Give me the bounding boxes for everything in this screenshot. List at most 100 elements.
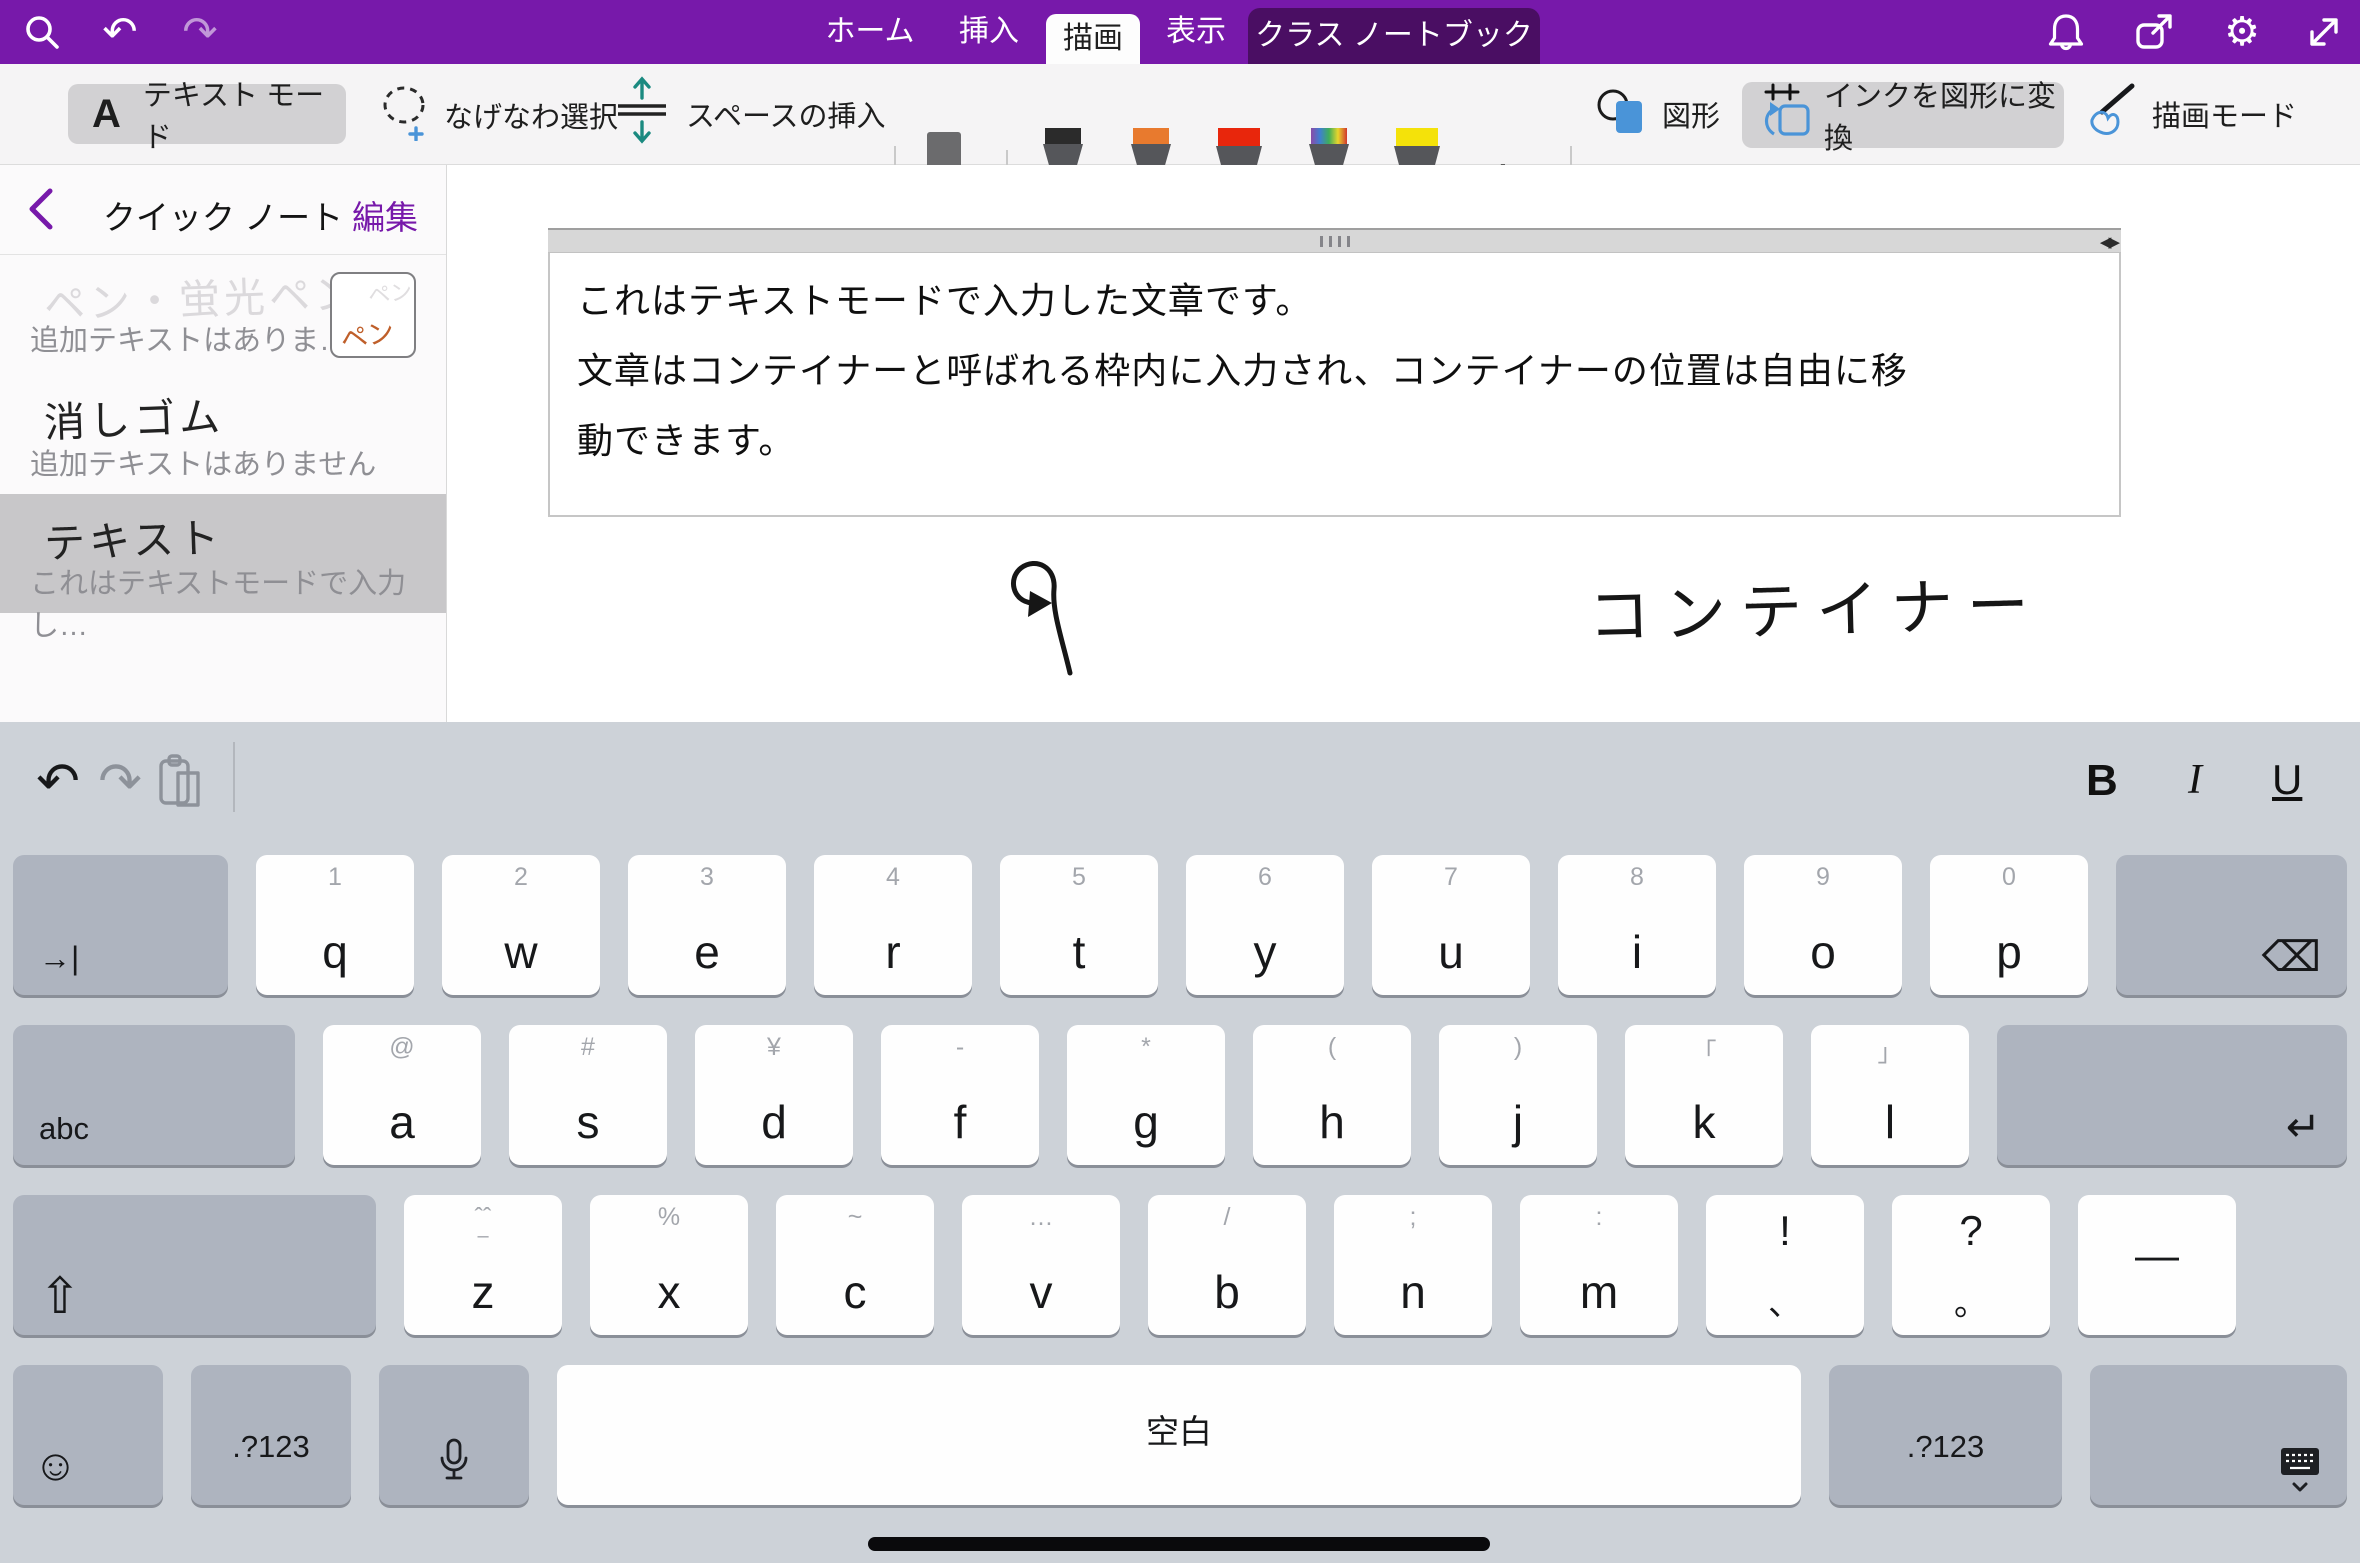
key-sublabel: *: [1067, 1033, 1225, 1062]
resize-icon[interactable]: [2302, 10, 2346, 54]
thumbnail-ink-faint: ペン: [366, 274, 413, 310]
insert-space-button[interactable]: スペースの挿入: [612, 78, 886, 150]
edit-button[interactable]: 編集: [352, 191, 418, 239]
bold-button[interactable]: B: [2086, 756, 2118, 806]
gear-icon[interactable]: ⚙: [2220, 10, 2264, 54]
key-e[interactable]: 3e: [628, 855, 786, 995]
emoji-key[interactable]: ☺: [13, 1365, 163, 1505]
tab-insert[interactable]: 挿入: [936, 0, 1042, 64]
draw-mode-icon: [2084, 82, 2140, 146]
key-label: k: [1625, 1095, 1783, 1149]
undo-icon[interactable]: ↶: [30, 752, 86, 812]
key-label: →|: [39, 940, 79, 977]
shift-key[interactable]: ⇧: [13, 1195, 376, 1335]
key-sublabel: -: [881, 1033, 1039, 1062]
key-y[interactable]: 6y: [1186, 855, 1344, 995]
note-list-item-pen[interactable]: ペン・蛍光ペン 追加テキストはありま… ペン ペン: [0, 255, 446, 379]
key-t[interactable]: 5t: [1000, 855, 1158, 995]
key-label: u: [1372, 925, 1530, 979]
key-j[interactable]: )j: [1439, 1025, 1597, 1165]
abc-key[interactable]: abc: [13, 1025, 295, 1165]
insert-space-icon: [612, 74, 672, 154]
bell-icon[interactable]: [2044, 10, 2088, 54]
tab-home[interactable]: ホーム: [812, 0, 928, 64]
draw-mode-button[interactable]: 描画モード: [2084, 84, 2297, 144]
key-d[interactable]: ¥d: [695, 1025, 853, 1165]
space-key[interactable]: 空白: [557, 1365, 1801, 1505]
keyboard-row: ⇧ˆˆ–z%x~c…v/b;n:m!、?。—: [0, 1195, 2360, 1335]
key-w[interactable]: 2w: [442, 855, 600, 995]
note-text-line[interactable]: これはテキストモードで入力した文章です。: [577, 272, 1312, 324]
key-x[interactable]: %x: [590, 1195, 748, 1335]
note-list-item-text[interactable]: テキスト これはテキストモードで入力し…: [0, 494, 446, 613]
key-q[interactable]: 1q: [256, 855, 414, 995]
note-text-line[interactable]: 動できます。: [577, 412, 795, 464]
note-list-item-eraser[interactable]: 消しゴム 追加テキストはありません: [0, 379, 446, 494]
shapes-button[interactable]: 図形: [1596, 84, 1720, 144]
redo-icon[interactable]: ↷: [92, 752, 148, 812]
key-k[interactable]: 「k: [1625, 1025, 1783, 1165]
numbers-key-left[interactable]: .?123: [191, 1365, 351, 1505]
page-canvas[interactable]: ◀▶ これはテキストモードで入力した文章です。 文章はコンテイナーと呼ばれる枠内…: [448, 165, 2360, 722]
key-sublabel: 9: [1744, 863, 1902, 892]
question-key[interactable]: ?。: [1892, 1195, 2050, 1335]
key-u[interactable]: 7u: [1372, 855, 1530, 995]
redo-icon[interactable]: ↷: [178, 10, 222, 54]
key-h[interactable]: (h: [1253, 1025, 1411, 1165]
key-label: c: [776, 1265, 934, 1319]
key-m[interactable]: :m: [1520, 1195, 1678, 1335]
key-sublabel: @: [323, 1033, 481, 1062]
key-label: ↵: [2286, 1102, 2321, 1151]
mic-key[interactable]: [379, 1365, 529, 1505]
key-b[interactable]: /b: [1148, 1195, 1306, 1335]
grip-icon: [1347, 236, 1350, 247]
ink-handwriting-text: コンテイナー: [1587, 554, 2044, 656]
key-z[interactable]: ˆˆ–z: [404, 1195, 562, 1335]
italic-button[interactable]: I: [2188, 756, 2202, 804]
container-resize-icon[interactable]: ◀▶: [2100, 233, 2117, 251]
key-sublabel: 。: [1892, 1276, 2050, 1325]
key-g[interactable]: *g: [1067, 1025, 1225, 1165]
key-i[interactable]: 8i: [1558, 855, 1716, 995]
note-subtitle: 追加テキストはありま…: [30, 317, 348, 359]
tab-draw[interactable]: 描画: [1046, 14, 1140, 64]
exclamation-key[interactable]: !、: [1706, 1195, 1864, 1335]
note-text-line[interactable]: 文章はコンテイナーと呼ばれる枠内に入力され、コンテイナーの位置は自由に移: [577, 342, 1908, 394]
ios-keyboard: →|1q2w3e4r5t6y7u8i9o0p⌫abc@a#s¥d-f*g(h)j…: [0, 845, 2360, 1563]
undo-icon[interactable]: ↶: [98, 10, 142, 54]
key-label: t: [1000, 925, 1158, 979]
key-s[interactable]: #s: [509, 1025, 667, 1165]
key-sublabel-2: –: [404, 1225, 562, 1248]
dash-key[interactable]: —: [2078, 1195, 2236, 1335]
key-r[interactable]: 4r: [814, 855, 972, 995]
tab-view[interactable]: 表示: [1150, 0, 1242, 64]
key-c[interactable]: ~c: [776, 1195, 934, 1335]
text-mode-button[interactable]: A テキスト モード: [68, 84, 346, 144]
key-f[interactable]: -f: [881, 1025, 1039, 1165]
text-container[interactable]: ◀▶ これはテキストモードで入力した文章です。 文章はコンテイナーと呼ばれる枠内…: [548, 228, 2121, 517]
tab-key[interactable]: →|: [13, 855, 228, 995]
key-o[interactable]: 9o: [1744, 855, 1902, 995]
backspace-key[interactable]: ⌫: [2116, 855, 2347, 995]
key-label: abc: [39, 1111, 89, 1147]
share-icon[interactable]: [2132, 10, 2176, 54]
key-p[interactable]: 0p: [1930, 855, 2088, 995]
key-v[interactable]: …v: [962, 1195, 1120, 1335]
key-sublabel: 5: [1000, 863, 1158, 892]
tab-class-notebook[interactable]: クラス ノートブック: [1248, 8, 1540, 64]
container-drag-handle[interactable]: ◀▶: [548, 228, 2121, 253]
key-l[interactable]: 」l: [1811, 1025, 1969, 1165]
ink-to-shape-button[interactable]: インクを図形に変換: [1742, 82, 2064, 148]
dismiss-key[interactable]: [2090, 1365, 2347, 1505]
return-key[interactable]: ↵: [1997, 1025, 2347, 1165]
home-indicator[interactable]: [868, 1537, 1490, 1551]
key-n[interactable]: ;n: [1334, 1195, 1492, 1335]
key-a[interactable]: @a: [323, 1025, 481, 1165]
key-sublabel: ;: [1334, 1203, 1492, 1232]
paste-icon[interactable]: [152, 752, 208, 812]
mic-icon: [438, 1438, 470, 1493]
lasso-select-button[interactable]: なげなわ選択: [378, 82, 618, 148]
underline-button[interactable]: U: [2272, 756, 2302, 804]
numbers-key-right[interactable]: .?123: [1829, 1365, 2062, 1505]
search-icon[interactable]: [20, 10, 64, 54]
